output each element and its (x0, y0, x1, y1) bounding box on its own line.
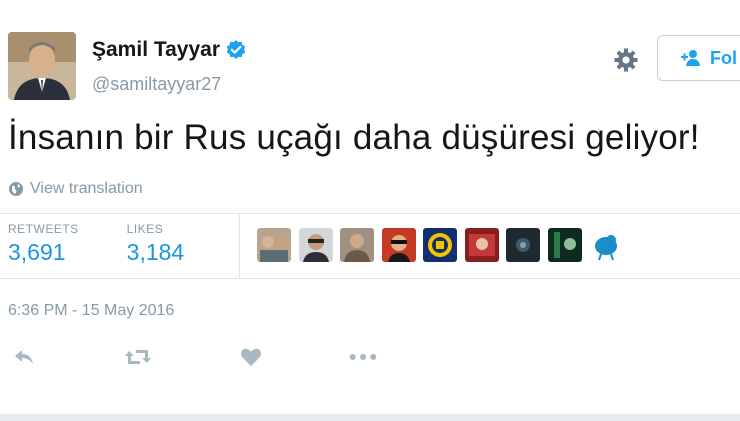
liker-avatar[interactable] (340, 228, 374, 262)
globe-icon (8, 181, 24, 197)
likers-avatars (257, 228, 631, 262)
gear-icon[interactable] (611, 45, 641, 75)
divider (0, 278, 740, 279)
likes-label: LIKES (126, 222, 164, 236)
tweet-text: İnsanın bir Rus uçağı daha düşüresi geli… (8, 118, 700, 157)
divider (0, 213, 740, 214)
likes-count: 3,184 (126, 239, 185, 265)
author-name-row: Şamil Tayyar (92, 38, 247, 62)
view-translation-link[interactable]: View translation (8, 180, 143, 198)
like-icon[interactable] (237, 344, 265, 370)
more-icon[interactable] (349, 344, 377, 370)
liker-avatar[interactable] (464, 228, 499, 262)
verified-badge-icon (225, 39, 247, 61)
author-handle[interactable]: @samiltayyar27 (92, 74, 221, 95)
reply-icon[interactable] (10, 344, 38, 370)
liker-avatar[interactable] (298, 228, 333, 262)
tweet-stats: RETWEETS 3,691 LIKES 3,184 (8, 222, 232, 266)
stats-separator (239, 213, 240, 278)
liker-avatar[interactable] (547, 228, 582, 262)
follow-button[interactable]: Fol (657, 35, 740, 81)
tweet-actions (10, 344, 377, 370)
liker-avatar[interactable] (257, 228, 291, 262)
liker-avatar[interactable] (506, 228, 540, 262)
retweets-label: RETWEETS (8, 222, 79, 236)
author-avatar[interactable] (8, 32, 76, 100)
likes-stat[interactable]: LIKES 3,184 (127, 222, 185, 266)
liker-avatar[interactable] (423, 228, 457, 262)
follow-label: Fol (710, 47, 737, 68)
author-display-name[interactable]: Şamil Tayyar (92, 38, 220, 62)
follow-person-icon (680, 49, 704, 67)
liker-avatar[interactable] (381, 228, 416, 262)
view-translation-label: View translation (30, 180, 143, 197)
retweets-count: 3,691 (8, 239, 66, 265)
bottom-border (0, 414, 740, 421)
liker-avatar[interactable] (589, 228, 623, 262)
retweets-stat[interactable]: RETWEETS 3,691 (8, 222, 79, 266)
retweet-icon[interactable] (124, 344, 152, 370)
tweet-timestamp[interactable]: 6:36 PM - 15 May 2016 (8, 302, 174, 320)
